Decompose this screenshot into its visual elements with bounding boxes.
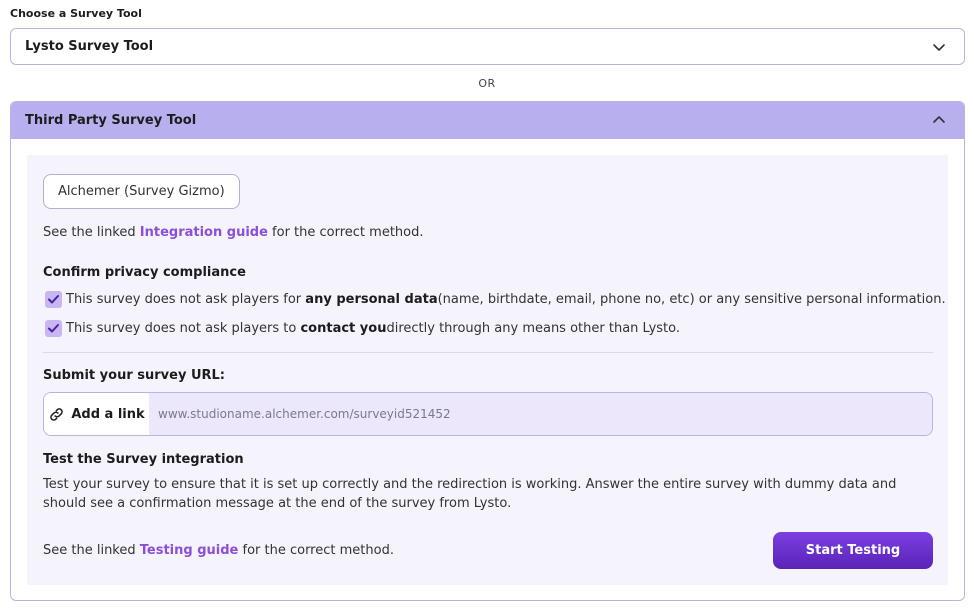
testing-prefix: See the linked [43, 543, 140, 558]
add-link-label: Add a link [71, 406, 145, 422]
check1-suffix: (name, birthdate, email, phone no, etc) … [437, 292, 946, 307]
checkbox-personal-data[interactable] [45, 291, 62, 308]
check2-suffix: directly through any means other than Ly… [386, 321, 680, 336]
survey-url-input[interactable] [149, 393, 932, 435]
chevron-up-icon[interactable] [932, 113, 946, 127]
chevron-down-icon [933, 44, 945, 51]
section-divider [43, 352, 933, 353]
panel-content: Alchemer (Survey Gizmo) See the linked I… [27, 155, 948, 585]
integration-guide-text: See the linked Integration guide for the… [43, 225, 424, 240]
link-icon [50, 407, 64, 421]
testing-guide-link[interactable]: Testing guide [140, 543, 239, 558]
checkbox-contact[interactable] [45, 320, 62, 337]
tool-chip[interactable]: Alchemer (Survey Gizmo) [43, 174, 240, 209]
check2-bold: contact you [300, 321, 387, 336]
check2-prefix: This survey does not ask players to [66, 321, 297, 336]
check1-bold: any personal data [305, 292, 438, 307]
test-heading: Test the Survey integration [43, 452, 244, 467]
survey-tool-selected-value: Lysto Survey Tool [25, 39, 154, 54]
privacy-heading: Confirm privacy compliance [43, 265, 246, 280]
integration-suffix: for the correct method. [267, 225, 424, 240]
testing-suffix: for the correct method. [238, 543, 394, 558]
start-testing-button[interactable]: Start Testing [773, 532, 933, 569]
add-link-button[interactable]: Add a link [44, 393, 149, 435]
integration-prefix: See the linked [43, 225, 140, 240]
panel-title: Third Party Survey Tool [25, 113, 197, 128]
integration-guide-link[interactable]: Integration guide [140, 225, 268, 240]
url-heading: Submit your survey URL: [43, 368, 226, 383]
test-description: Test your survey to ensure that it is se… [43, 477, 897, 511]
or-separator: OR [478, 77, 496, 90]
survey-tool-label: Choose a Survey Tool [10, 7, 142, 20]
third-party-panel: Third Party Survey Tool Alchemer (Survey… [10, 101, 965, 601]
privacy-check-contact[interactable]: This survey does not ask players to cont… [45, 320, 680, 337]
survey-url-field: Add a link [43, 392, 933, 436]
survey-tool-select[interactable]: Lysto Survey Tool [10, 28, 965, 65]
check1-prefix: This survey does not ask players for [66, 292, 302, 307]
check-icon [48, 295, 59, 304]
check-icon [48, 324, 59, 333]
third-party-panel-header[interactable]: Third Party Survey Tool [11, 102, 964, 139]
privacy-check-personal-data[interactable]: This survey does not ask players for any… [45, 291, 946, 308]
testing-guide-text: See the linked Testing guide for the cor… [43, 543, 394, 558]
